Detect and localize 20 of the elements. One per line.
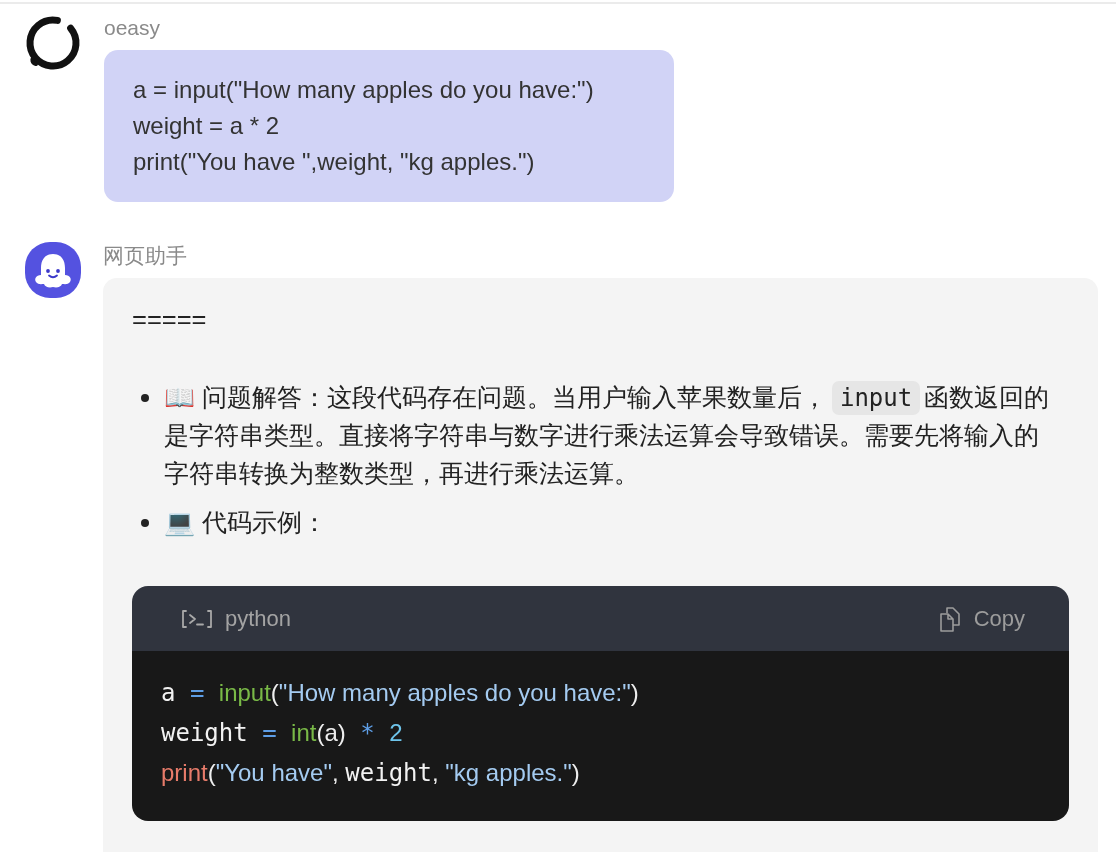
code-line: print("You have", weight, "kg apples."): [161, 758, 580, 789]
bullet-text: 💻 代码示例：: [164, 507, 327, 538]
sender-name: 网页助手: [103, 243, 187, 269]
inline-code: input: [831, 380, 921, 415]
code-line: a = input("How many apples do you have:"): [161, 678, 639, 709]
copy-icon: [938, 605, 961, 632]
message-line: print("You have ",weight, "kg apples."): [133, 147, 535, 177]
bullet-icon: [141, 393, 149, 402]
divider-text: =====: [132, 304, 207, 335]
bullet-icon: [141, 519, 149, 527]
sender-name: oeasy: [104, 15, 161, 41]
message-line: a = input("How many apples do you have:"): [133, 75, 594, 105]
message-line: weight = a * 2: [133, 111, 280, 141]
bullet-text: 📖 问题解答：这段代码存在问题。当用户输入苹果数量后， input 函数返回的是字符串类型。直接将字符串与数字进行乘法运算会导致错误。需要先将输入的字符串转换为整数类型，再进行乘法运算。: [164, 379, 1051, 489]
code-line: weight = int(a) * 2: [161, 718, 403, 749]
ghost-avatar: [25, 242, 81, 298]
terminal-icon: [181, 608, 213, 629]
ring-avatar: [24, 14, 82, 72]
copy-button[interactable]: Copy: [938, 605, 1025, 632]
code-language: python: [225, 605, 292, 632]
